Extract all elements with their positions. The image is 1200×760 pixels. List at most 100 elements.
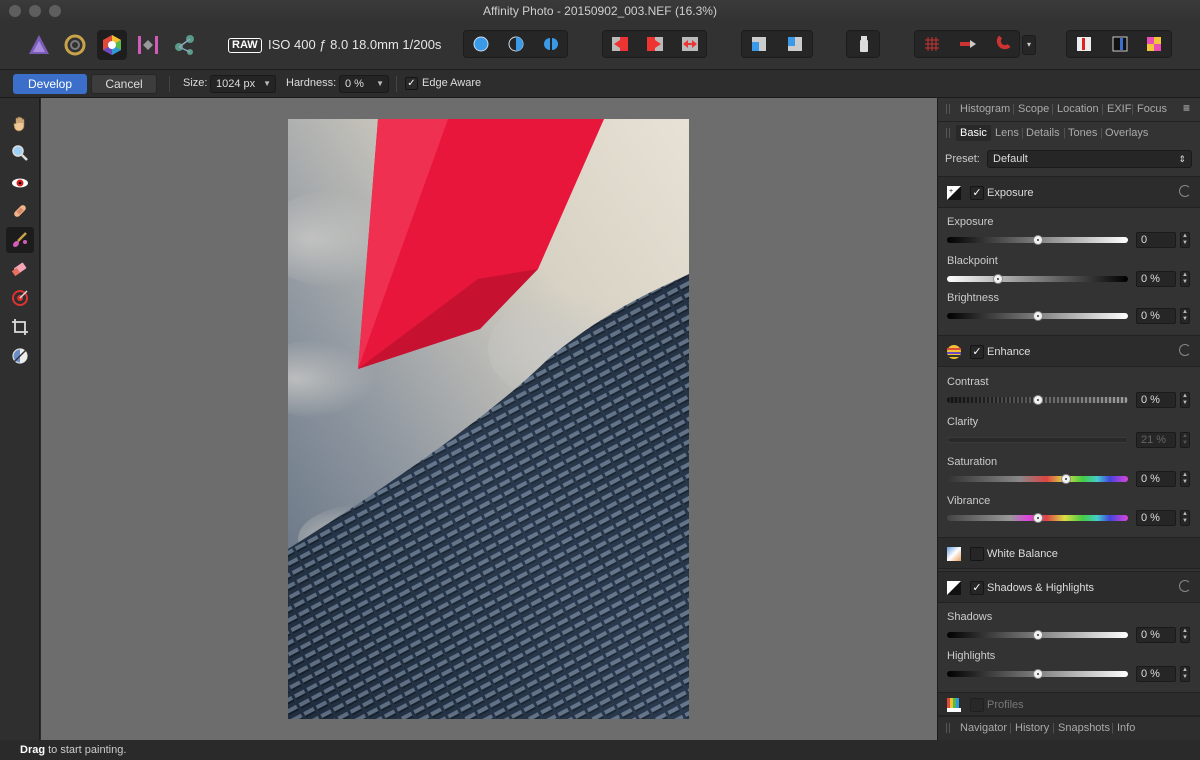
tab-snapshots[interactable]: Snapshots	[1058, 722, 1110, 734]
toggle-left-panel-button[interactable]	[1067, 31, 1101, 57]
saturation-slider[interactable]	[947, 474, 1128, 484]
shadows-highlights-enable-checkbox[interactable]: ✓	[970, 581, 984, 595]
tab-scope[interactable]: Scope	[1018, 103, 1049, 115]
guides-button[interactable]	[951, 31, 985, 57]
show-before-button[interactable]	[742, 31, 776, 57]
highlights-stepper[interactable]: ▲ ▼	[1180, 666, 1190, 682]
tab-navigator[interactable]: Navigator	[960, 722, 1007, 734]
shadows-stepper[interactable]: ▲ ▼	[1180, 627, 1190, 643]
close-window-button[interactable]	[9, 5, 21, 17]
photo-persona-button[interactable]	[24, 30, 54, 60]
overlay-paint-tool[interactable]	[6, 227, 34, 253]
clarity-stepper[interactable]: ▲ ▼	[1180, 432, 1190, 448]
tab-history[interactable]: History	[1015, 722, 1049, 734]
contrast-slider[interactable]	[947, 395, 1128, 405]
red-eye-tool[interactable]	[6, 170, 34, 196]
contrast-value[interactable]: 0 %	[1136, 392, 1176, 408]
shadows-value[interactable]: 0 %	[1136, 627, 1176, 643]
profiles-enable-checkbox[interactable]	[970, 698, 984, 712]
vibrance-slider[interactable]	[947, 513, 1128, 523]
panel-grip-icon[interactable]	[946, 128, 950, 138]
clarity-value[interactable]: 21 %	[1136, 432, 1176, 448]
overlay-gradient-tool[interactable]	[6, 285, 34, 311]
reset-icon[interactable]	[1179, 185, 1191, 197]
tone-mapping-persona-button[interactable]	[133, 30, 163, 60]
blackpoint-value[interactable]: 0 %	[1136, 271, 1176, 287]
crop-tool[interactable]	[6, 314, 34, 340]
slider-knob[interactable]	[993, 274, 1003, 284]
panel-grip-icon[interactable]	[946, 104, 950, 114]
highlights-slider[interactable]	[947, 669, 1128, 679]
blemish-removal-tool[interactable]	[6, 198, 34, 224]
snapping-options-dropdown[interactable]: ▾	[1022, 35, 1036, 55]
grid-button[interactable]	[915, 31, 949, 57]
size-select[interactable]: 1024 px ▼	[210, 75, 276, 93]
panel-menu-icon[interactable]: ≡	[1183, 101, 1190, 115]
tab-lens[interactable]: Lens	[995, 127, 1019, 139]
toggle-right-panel-button[interactable]	[1103, 31, 1137, 57]
minimize-window-button[interactable]	[29, 5, 41, 17]
tab-details[interactable]: Details	[1026, 127, 1060, 139]
saturation-value[interactable]: 0 %	[1136, 471, 1176, 487]
view-normal-button[interactable]	[464, 31, 498, 57]
develop-persona-button[interactable]	[97, 30, 127, 60]
highlights-value[interactable]: 0 %	[1136, 666, 1176, 682]
export-persona-button[interactable]	[170, 30, 200, 60]
overlay-erase-tool[interactable]	[6, 256, 34, 282]
exposure-section-header[interactable]: + ✓ Exposure	[938, 176, 1200, 208]
raw-photo[interactable]	[288, 119, 689, 719]
assistant-button[interactable]	[847, 31, 881, 57]
tab-histogram[interactable]: Histogram	[960, 103, 1010, 115]
exposure-slider[interactable]	[947, 235, 1128, 245]
blackpoint-slider[interactable]	[947, 274, 1128, 284]
saturation-stepper[interactable]: ▲ ▼	[1180, 471, 1190, 487]
brightness-slider[interactable]	[947, 311, 1128, 321]
clip-shadows-button[interactable]	[603, 31, 637, 57]
profiles-section-header[interactable]: Profiles	[938, 692, 1200, 716]
hardness-select[interactable]: 0 % ▼	[339, 75, 389, 93]
clip-tones-button[interactable]	[673, 31, 707, 57]
color-panel-button[interactable]	[1137, 31, 1171, 57]
slider-knob[interactable]	[1033, 630, 1043, 640]
contrast-stepper[interactable]: ▲ ▼	[1180, 392, 1190, 408]
preset-select[interactable]: Default ⇕	[987, 150, 1192, 168]
slider-knob[interactable]	[1033, 513, 1043, 523]
vibrance-value[interactable]: 0 %	[1136, 510, 1176, 526]
enhance-enable-checkbox[interactable]: ✓	[970, 345, 984, 359]
tab-tones[interactable]: Tones	[1068, 127, 1097, 139]
clip-highlights-button[interactable]	[638, 31, 672, 57]
exposure-value[interactable]: 0	[1136, 232, 1176, 248]
slider-knob[interactable]	[1061, 474, 1071, 484]
brightness-stepper[interactable]: ▲ ▼	[1180, 308, 1190, 324]
view-mirror-button[interactable]	[534, 31, 568, 57]
blackpoint-stepper[interactable]: ▲ ▼	[1180, 271, 1190, 287]
show-after-button[interactable]	[778, 31, 812, 57]
tab-basic[interactable]: Basic	[956, 125, 991, 141]
exposure-stepper[interactable]: ▲ ▼	[1180, 232, 1190, 248]
vibrance-stepper[interactable]: ▲ ▼	[1180, 510, 1190, 526]
tab-overlays[interactable]: Overlays	[1105, 127, 1148, 139]
brightness-value[interactable]: 0 %	[1136, 308, 1176, 324]
zoom-window-button[interactable]	[49, 5, 61, 17]
tab-location[interactable]: Location	[1057, 103, 1099, 115]
develop-button[interactable]: Develop	[13, 74, 87, 94]
tab-focus[interactable]: Focus	[1137, 103, 1167, 115]
canvas-area[interactable]	[41, 98, 937, 740]
slider-knob[interactable]	[1033, 311, 1043, 321]
exposure-enable-checkbox[interactable]: ✓	[970, 186, 984, 200]
reset-icon[interactable]	[1179, 580, 1191, 592]
slider-knob[interactable]	[1033, 669, 1043, 679]
slider-knob[interactable]	[1033, 235, 1043, 245]
white-balance-enable-checkbox[interactable]	[970, 547, 984, 561]
view-split-button[interactable]	[499, 31, 533, 57]
reset-icon[interactable]	[1179, 344, 1191, 356]
shadows-slider[interactable]	[947, 630, 1128, 640]
enhance-section-header[interactable]: ✓ Enhance	[938, 335, 1200, 367]
zoom-tool[interactable]	[6, 140, 34, 166]
white-balance-tool[interactable]	[6, 343, 34, 369]
snapping-button[interactable]	[985, 31, 1019, 57]
liquify-persona-button[interactable]	[60, 30, 90, 60]
panel-grip-icon[interactable]	[946, 723, 950, 733]
shadows-highlights-section-header[interactable]: ✓ Shadows & Highlights	[938, 571, 1200, 603]
edge-aware-checkbox[interactable]: ✓	[405, 77, 418, 90]
